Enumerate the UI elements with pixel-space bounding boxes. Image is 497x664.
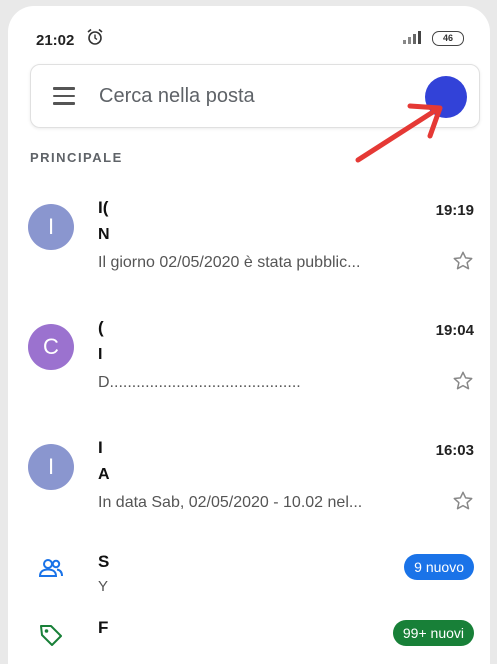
- signal-icon: [403, 31, 421, 44]
- battery-icon: 46: [432, 31, 464, 46]
- new-count-badge: 99+ nuovi: [392, 620, 474, 646]
- email-subject: N: [98, 226, 110, 243]
- category-title: F: [98, 618, 109, 637]
- email-sender: I: [98, 438, 103, 457]
- alarm-icon: [87, 28, 103, 45]
- category-promotions[interactable]: F 99+ nuovi: [8, 614, 490, 664]
- email-time: 19:04: [435, 322, 474, 339]
- email-row[interactable]: I I A In data Sab, 02/05/2020 - 10.02 ne…: [8, 438, 490, 548]
- email-sender: I(: [98, 198, 109, 217]
- email-snippet: In data Sab, 02/05/2020 - 10.02 nel...: [98, 494, 363, 511]
- email-snippet: D.......................................…: [98, 374, 301, 391]
- email-sender: (: [98, 318, 104, 337]
- star-icon[interactable]: [452, 250, 474, 272]
- email-time: 19:19: [435, 202, 474, 219]
- email-row[interactable]: C ( I D.................................…: [8, 318, 490, 428]
- email-time: 16:03: [435, 442, 474, 459]
- sender-avatar: I: [28, 444, 74, 490]
- category-subtitle: Y: [98, 578, 109, 595]
- star-icon[interactable]: [452, 370, 474, 392]
- phone-screen: 21:02 46 Cerca nella posta PRINCIPALE I …: [8, 6, 490, 664]
- new-count-badge: 9 nuovo: [404, 554, 474, 580]
- sender-avatar: I: [28, 204, 74, 250]
- status-time: 21:02: [36, 32, 75, 49]
- category-social[interactable]: S Y 9 nuovo: [8, 548, 490, 600]
- star-icon[interactable]: [452, 490, 474, 512]
- search-input[interactable]: Cerca nella posta: [99, 85, 255, 108]
- email-subject: A: [98, 466, 110, 483]
- email-snippet: Il giorno 02/05/2020 è stata pubblic...: [98, 254, 361, 271]
- status-bar: 21:02 46: [8, 6, 490, 66]
- email-subject: I: [98, 346, 103, 363]
- menu-icon[interactable]: [53, 87, 75, 105]
- people-icon: [38, 559, 63, 577]
- category-title: S: [98, 552, 110, 571]
- section-label: PRINCIPALE: [30, 150, 123, 165]
- red-arrow-annotation: [355, 103, 443, 163]
- email-row[interactable]: I I( N Il giorno 02/05/2020 è stata pubb…: [8, 198, 490, 308]
- battery-level: 46: [442, 33, 453, 43]
- sender-avatar: C: [28, 324, 74, 370]
- tag-icon: [40, 625, 62, 646]
